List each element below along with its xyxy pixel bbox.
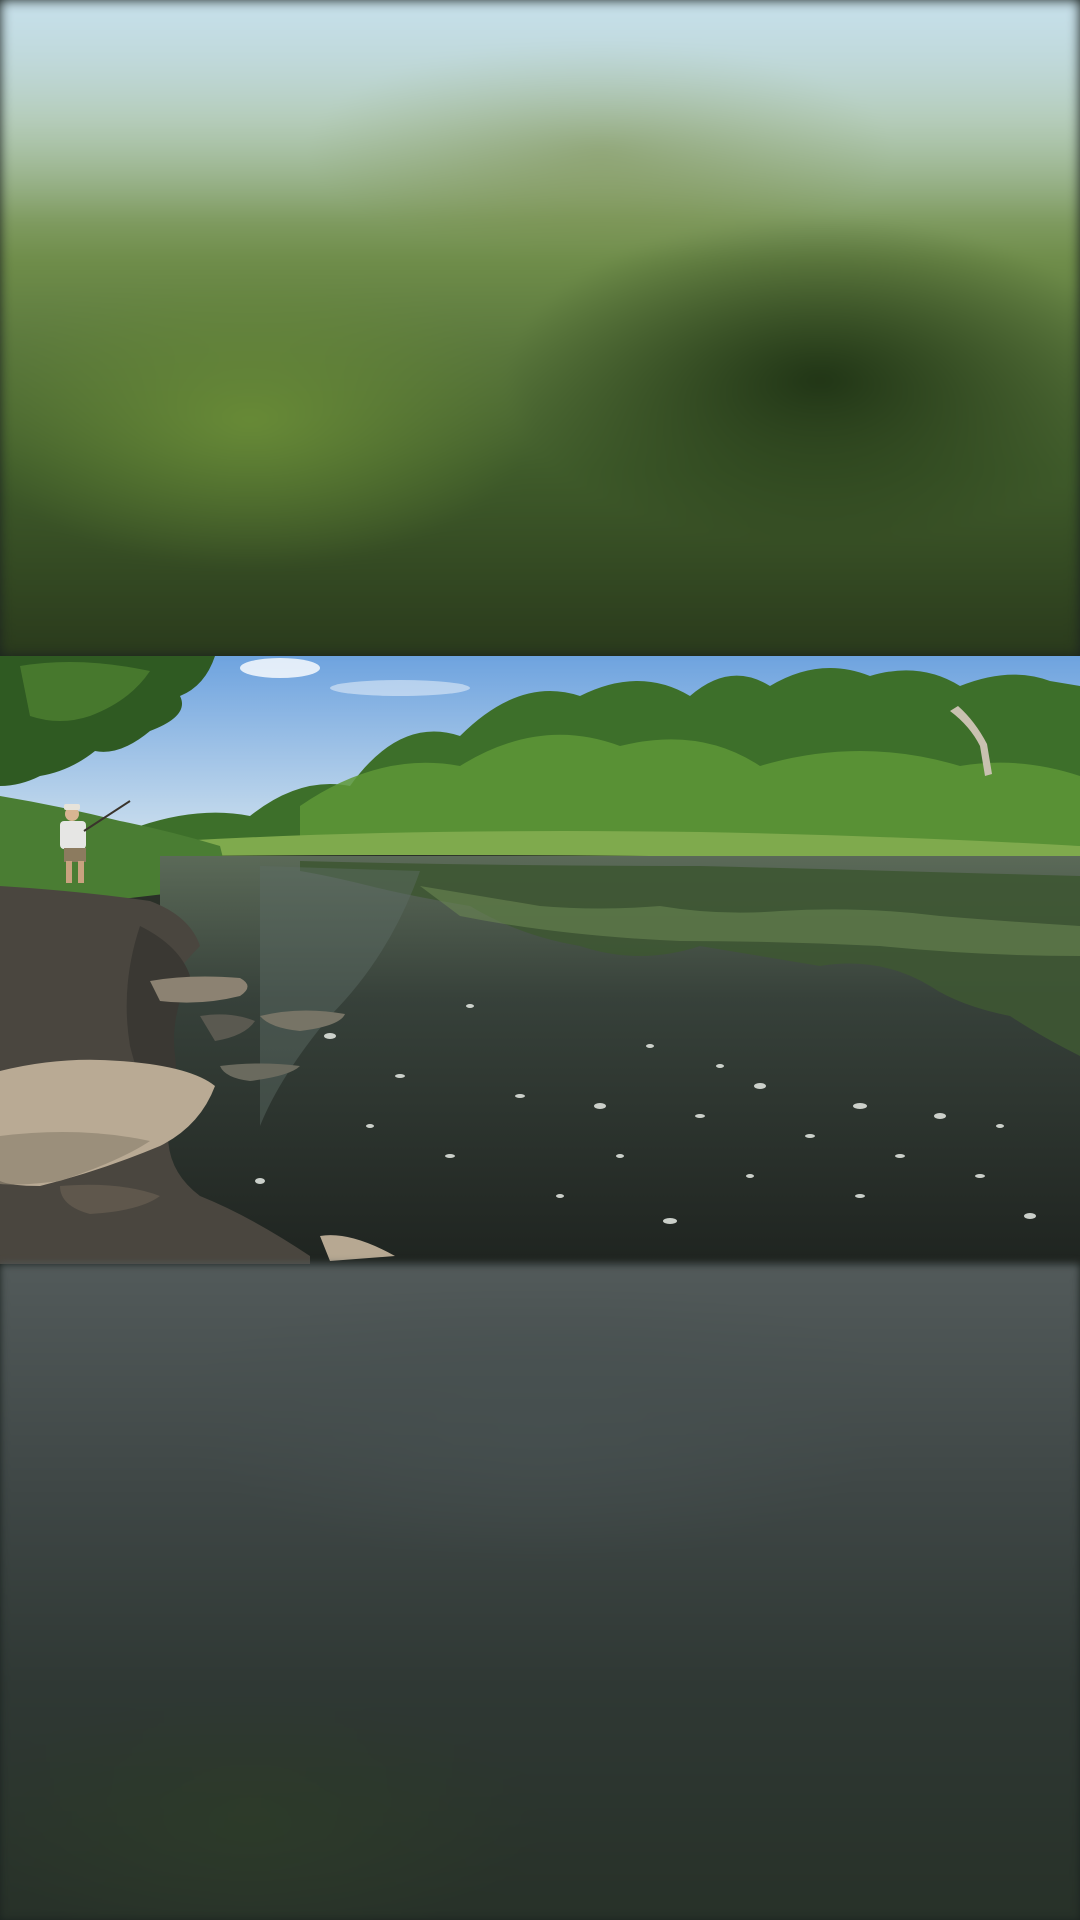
foam-speck: [746, 1174, 754, 1178]
angler-shorts: [64, 848, 86, 862]
foam-speck: [895, 1154, 905, 1158]
foam-speck: [255, 1178, 265, 1184]
blurred-background-bottom: [0, 1264, 1080, 1920]
angler-shirt: [60, 821, 86, 849]
foam-speck: [445, 1154, 455, 1158]
foam-speck: [855, 1194, 865, 1198]
foam-speck: [395, 1074, 405, 1078]
foam-speck: [1024, 1213, 1036, 1219]
foam-speck: [695, 1114, 705, 1118]
foam-speck: [324, 1033, 336, 1039]
angler-leg: [78, 861, 84, 883]
video-frame: [0, 0, 1080, 1920]
foam-speck: [853, 1103, 867, 1109]
foam-speck: [646, 1044, 654, 1048]
foam-speck: [616, 1154, 624, 1158]
foam-speck: [975, 1174, 985, 1178]
foam-speck: [466, 1004, 474, 1008]
foam-speck: [556, 1194, 564, 1198]
foam-speck: [594, 1103, 606, 1109]
cloud: [330, 680, 470, 696]
angler-hat: [64, 804, 80, 810]
cloud: [240, 658, 320, 678]
foam-speck: [996, 1124, 1004, 1128]
foam-speck: [754, 1083, 766, 1089]
foam-speck: [515, 1094, 525, 1098]
foam-speck: [716, 1064, 724, 1068]
river-scene: [0, 656, 1080, 1264]
angler-leg: [66, 861, 72, 883]
foam-speck: [366, 1124, 374, 1128]
river-photo: [0, 656, 1080, 1264]
blurred-background-top: [0, 0, 1080, 656]
foam-speck: [934, 1113, 946, 1119]
foam-speck: [805, 1134, 815, 1138]
foam-speck: [663, 1218, 677, 1224]
